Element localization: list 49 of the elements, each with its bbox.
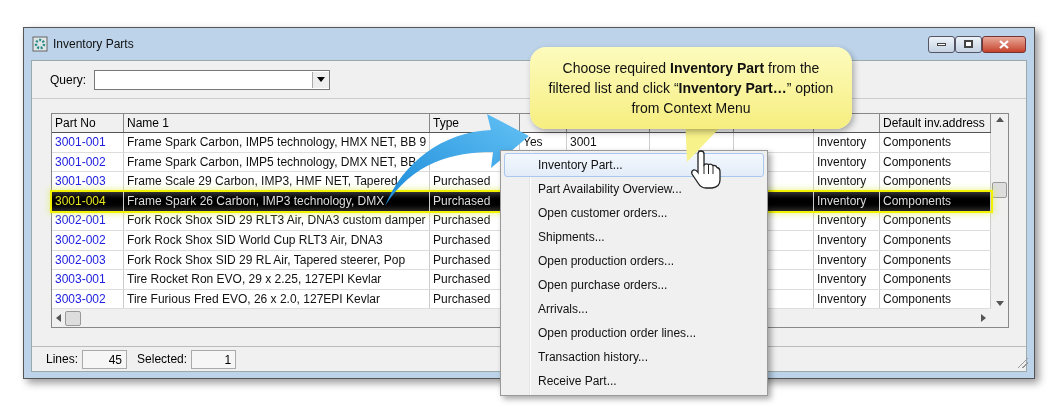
- window-title: Inventory Parts: [53, 36, 134, 53]
- gear-icon: [32, 36, 48, 52]
- table-cell: Inventory: [814, 152, 880, 172]
- callout-text: Choose required Inventory Part from the filtered list and click “Inventory Part…” option from Context Menu: [547, 59, 835, 118]
- table-cell: Components: [880, 191, 991, 212]
- query-label: Query:: [50, 71, 86, 89]
- table-cell: Inventory: [814, 133, 880, 152]
- hand-cursor-icon: [690, 150, 722, 190]
- part-number-cell: 3001-002: [52, 152, 124, 172]
- scroll-thumb[interactable]: [65, 310, 81, 326]
- left-arrow-icon[interactable]: [56, 314, 61, 323]
- table-cell: Inventory: [814, 211, 880, 230]
- part-number-cell: 3003-001: [52, 270, 124, 289]
- table-cell: Fork Rock Shox SID 29 RLT3 Air, DNA3 custom damper: [124, 211, 430, 230]
- table-cell: Fork Rock Shox SID 29 RL Air, Tapered steerer, Pop: [124, 250, 430, 270]
- part-number-cell: 3002-002: [52, 230, 124, 250]
- part-number-cell: 3001-001: [52, 133, 124, 152]
- menu-item[interactable]: Transaction history...: [504, 345, 764, 369]
- minimize-button[interactable]: [928, 35, 955, 53]
- status-value: 45: [82, 349, 128, 369]
- up-arrow-icon[interactable]: [995, 117, 1004, 122]
- query-dropdown[interactable]: [94, 69, 330, 90]
- close-button[interactable]: [982, 35, 1026, 53]
- scroll-thumb[interactable]: [992, 182, 1007, 198]
- caret-icon: [317, 77, 325, 82]
- status-label: Lines:: [46, 351, 79, 368]
- maximize-button[interactable]: [955, 35, 982, 53]
- table-cell: Inventory: [814, 270, 880, 289]
- down-arrow-icon[interactable]: [995, 301, 1004, 307]
- close-icon: [999, 39, 1009, 49]
- table-cell: Inventory: [814, 250, 880, 270]
- part-number-cell: 3003-002: [52, 289, 124, 309]
- part-number-cell: 3002-001: [52, 211, 124, 230]
- table-cell: Inventory: [814, 230, 880, 250]
- menu-item[interactable]: Open production order lines...: [504, 321, 764, 345]
- right-arrow-icon[interactable]: [981, 314, 986, 323]
- table-cell: Fork Rock Shox SID World Cup RLT3 Air, DNA3: [124, 230, 430, 250]
- status-value: 1: [191, 349, 237, 369]
- table-cell: Inventory: [814, 289, 880, 309]
- column-header[interactable]: Name 1: [124, 114, 430, 132]
- column-header[interactable]: Part No: [52, 114, 124, 132]
- table-cell: Inventory: [814, 191, 880, 212]
- part-number-cell: 3001-004: [52, 191, 124, 212]
- part-number-cell: 3002-003: [52, 250, 124, 270]
- table-cell: Tire Rocket Ron EVO, 29 x 2.25, 127EPI Kevlar: [124, 270, 430, 289]
- status-label: Selected:: [137, 351, 188, 368]
- menu-item[interactable]: Receive Part...: [504, 369, 764, 393]
- table-cell: Tire Furious Fred EVO, 26 x 2.0, 127EPI Kevlar: [124, 289, 430, 309]
- menu-item[interactable]: Inventory Part...: [504, 153, 764, 177]
